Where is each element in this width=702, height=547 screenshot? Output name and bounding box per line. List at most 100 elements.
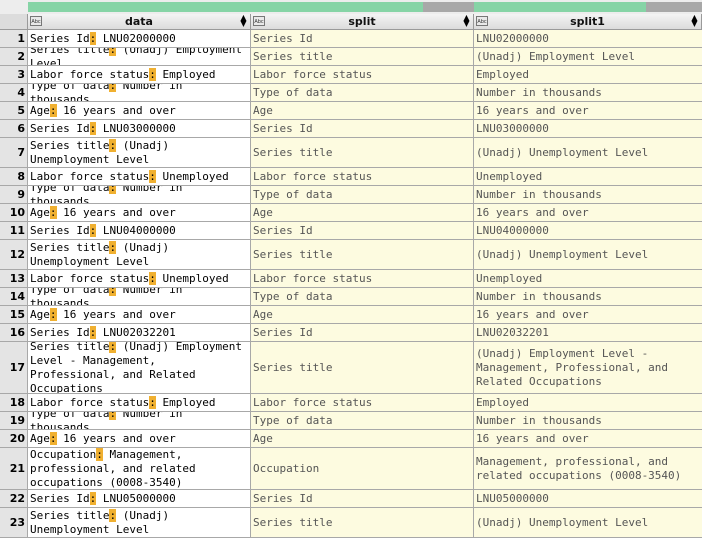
- data-cell[interactable]: Series Id: LNU04000000: [28, 222, 251, 240]
- data-cell[interactable]: Type of data: Number in thousands: [28, 288, 251, 306]
- data-cell[interactable]: Age: 16 years and over: [28, 430, 251, 448]
- split1-cell[interactable]: (Unadj) Employment Level: [474, 48, 702, 66]
- data-cell[interactable]: Occupation: Management, professional, an…: [28, 448, 251, 490]
- split1-cell[interactable]: LNU05000000: [474, 490, 702, 508]
- data-cell[interactable]: Series title: (Unadj) Employment Level: [28, 48, 251, 66]
- split-cell[interactable]: Labor force status: [251, 270, 474, 288]
- table-row: 20 Age: 16 years and over Age 16 years and …: [0, 430, 702, 448]
- split-cell[interactable]: Type of data: [251, 412, 474, 430]
- split1-cell[interactable]: LNU02000000: [474, 30, 702, 48]
- split-cell[interactable]: Series Id: [251, 324, 474, 342]
- row-number[interactable]: 14: [0, 288, 28, 306]
- data-cell[interactable]: Type of data: Number in thousands: [28, 186, 251, 204]
- split1-cell[interactable]: 16 years and over: [474, 204, 702, 222]
- split-cell[interactable]: Occupation: [251, 448, 474, 490]
- data-cell[interactable]: Age: 16 years and over: [28, 306, 251, 324]
- column-header-data[interactable]: Abc data ▲ ▼: [28, 14, 251, 30]
- split-cell[interactable]: Series Id: [251, 490, 474, 508]
- row-number[interactable]: 2: [0, 48, 28, 66]
- column-header-split[interactable]: Abc split ▲ ▼: [251, 14, 474, 30]
- split1-cell[interactable]: Number in thousands: [474, 412, 702, 430]
- split1-cell[interactable]: Management, professional, and related oc…: [474, 448, 702, 490]
- column-header-split1[interactable]: Abc split1 ▲ ▼: [474, 14, 702, 30]
- data-cell[interactable]: Labor force status: Employed: [28, 66, 251, 84]
- split-cell[interactable]: Series title: [251, 138, 474, 168]
- split-cell[interactable]: Labor force status: [251, 168, 474, 186]
- split-cell[interactable]: Series title: [251, 508, 474, 538]
- row-number[interactable]: 13: [0, 270, 28, 288]
- data-cell[interactable]: Series Id: LNU03000000: [28, 120, 251, 138]
- data-cell[interactable]: Series Id: LNU02000000: [28, 30, 251, 48]
- data-cell[interactable]: Labor force status: Unemployed: [28, 270, 251, 288]
- row-number[interactable]: 4: [0, 84, 28, 102]
- row-number[interactable]: 23: [0, 508, 28, 538]
- data-cell[interactable]: Series title: (Unadj) Unemployment Level: [28, 138, 251, 168]
- split-cell[interactable]: Series Id: [251, 222, 474, 240]
- split-cell[interactable]: Series Id: [251, 30, 474, 48]
- split-cell[interactable]: Series title: [251, 240, 474, 270]
- split1-cell[interactable]: 16 years and over: [474, 306, 702, 324]
- data-cell[interactable]: Age: 16 years and over: [28, 204, 251, 222]
- split-cell[interactable]: Series title: [251, 342, 474, 394]
- split1-cell[interactable]: Unemployed: [474, 270, 702, 288]
- data-cell[interactable]: Series Id: LNU02032201: [28, 324, 251, 342]
- row-number[interactable]: 9: [0, 186, 28, 204]
- data-cell[interactable]: Type of data: Number in thousands: [28, 412, 251, 430]
- data-cell[interactable]: Type of data: Number in thousands: [28, 84, 251, 102]
- data-cell[interactable]: Labor force status: Employed: [28, 394, 251, 412]
- data-cell-key: Series Id: [30, 223, 90, 237]
- data-cell[interactable]: Series title: (Unadj) Employment Level -…: [28, 342, 251, 394]
- split1-cell[interactable]: 16 years and over: [474, 102, 702, 120]
- data-cell[interactable]: Series Id: LNU05000000: [28, 490, 251, 508]
- split1-cell[interactable]: (Unadj) Employment Level - Management, P…: [474, 342, 702, 394]
- data-cell[interactable]: Age: 16 years and over: [28, 102, 251, 120]
- row-number[interactable]: 21: [0, 448, 28, 490]
- split1-cell[interactable]: Number in thousands: [474, 288, 702, 306]
- row-number[interactable]: 12: [0, 240, 28, 270]
- row-number[interactable]: 7: [0, 138, 28, 168]
- row-number[interactable]: 17: [0, 342, 28, 394]
- split-cell[interactable]: Series Id: [251, 120, 474, 138]
- row-number[interactable]: 22: [0, 490, 28, 508]
- split1-cell[interactable]: Employed: [474, 394, 702, 412]
- data-cell[interactable]: Series title: (Unadj) Unemployment Level: [28, 508, 251, 538]
- split-cell[interactable]: Type of data: [251, 186, 474, 204]
- split1-cell[interactable]: LNU02032201: [474, 324, 702, 342]
- data-cell[interactable]: Labor force status: Unemployed: [28, 168, 251, 186]
- row-number[interactable]: 19: [0, 412, 28, 430]
- row-number[interactable]: 15: [0, 306, 28, 324]
- split1-cell[interactable]: (Unadj) Unemployment Level: [474, 508, 702, 538]
- split-cell[interactable]: Labor force status: [251, 394, 474, 412]
- split-cell[interactable]: Age: [251, 430, 474, 448]
- row-number[interactable]: 10: [0, 204, 28, 222]
- sort-icon[interactable]: ▲ ▼: [691, 14, 698, 28]
- data-cell[interactable]: Series title: (Unadj) Unemployment Level: [28, 240, 251, 270]
- split1-cell[interactable]: 16 years and over: [474, 430, 702, 448]
- split1-cell[interactable]: Unemployed: [474, 168, 702, 186]
- row-number[interactable]: 20: [0, 430, 28, 448]
- row-number[interactable]: 6: [0, 120, 28, 138]
- sort-icon[interactable]: ▲ ▼: [463, 14, 470, 28]
- split-cell[interactable]: Age: [251, 204, 474, 222]
- split-cell[interactable]: Series title: [251, 48, 474, 66]
- row-number[interactable]: 5: [0, 102, 28, 120]
- split-cell[interactable]: Type of data: [251, 84, 474, 102]
- split1-cell[interactable]: (Unadj) Unemployment Level: [474, 138, 702, 168]
- split1-cell[interactable]: LNU03000000: [474, 120, 702, 138]
- split-cell[interactable]: Age: [251, 102, 474, 120]
- split-cell[interactable]: Labor force status: [251, 66, 474, 84]
- split1-cell[interactable]: (Unadj) Unemployment Level: [474, 240, 702, 270]
- row-number[interactable]: 8: [0, 168, 28, 186]
- sort-icon[interactable]: ▲ ▼: [240, 14, 247, 28]
- split1-cell[interactable]: Number in thousands: [474, 186, 702, 204]
- row-number[interactable]: 1: [0, 30, 28, 48]
- row-number[interactable]: 16: [0, 324, 28, 342]
- split1-cell[interactable]: LNU04000000: [474, 222, 702, 240]
- split-cell[interactable]: Type of data: [251, 288, 474, 306]
- row-number[interactable]: 11: [0, 222, 28, 240]
- row-number[interactable]: 18: [0, 394, 28, 412]
- split1-cell[interactable]: Number in thousands: [474, 84, 702, 102]
- row-number[interactable]: 3: [0, 66, 28, 84]
- split-cell[interactable]: Age: [251, 306, 474, 324]
- split1-cell[interactable]: Employed: [474, 66, 702, 84]
